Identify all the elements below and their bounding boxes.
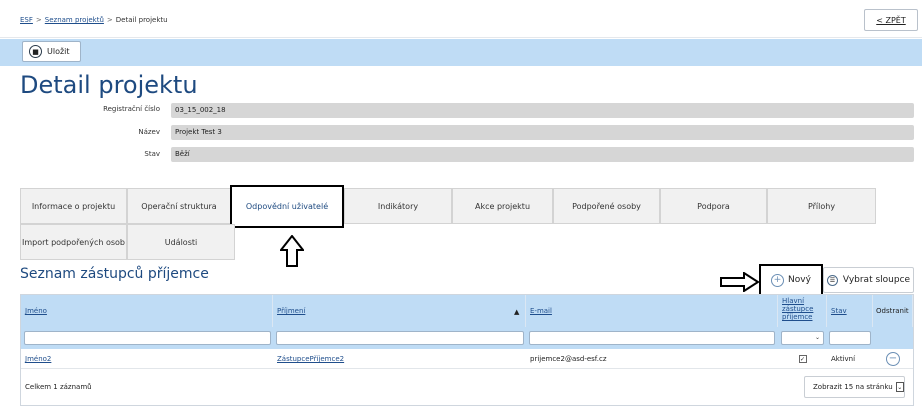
page-size-select[interactable]: Zobrazit 15 na stránku ⌄ — [804, 376, 905, 398]
plus-icon: + — [771, 273, 785, 287]
table-row: Jméno2 ZástupcePříjemce2 prijemce2@asd-e… — [21, 349, 913, 369]
column-header-surname[interactable]: Příjmení — [273, 295, 526, 327]
grid-header: Jméno Příjmení ▲ E-mail Hlavní zástupce … — [21, 295, 913, 327]
columns-icon: ☰ — [826, 274, 838, 286]
save-button[interactable]: ■ Uložit — [22, 41, 81, 62]
row-email: prijemce2@asd-esf.cz — [530, 355, 607, 363]
filter-name-input[interactable] — [24, 331, 271, 345]
select-columns-label: Vybrat sloupce — [842, 275, 911, 285]
tab-indicators[interactable]: Indikátory — [344, 188, 452, 224]
remove-icon[interactable]: − — [886, 352, 900, 366]
filter-row: ⌄ — [21, 327, 913, 349]
filter-email-input[interactable] — [529, 331, 775, 345]
breadcrumb-current: Detail projektu — [115, 16, 168, 24]
column-header-name[interactable]: Jméno — [21, 295, 273, 327]
registration-number-label: Registrační číslo — [103, 105, 160, 113]
column-header-status[interactable]: Stav — [827, 295, 873, 327]
name-value: Projekt Test 3 — [171, 125, 914, 140]
tab-project-actions[interactable]: Akce projektu — [452, 188, 553, 224]
filter-status-input[interactable] — [829, 331, 871, 345]
section-title: Seznam zástupců příjemce — [20, 266, 209, 282]
arrow-up-annotation — [280, 235, 304, 267]
column-header-email[interactable]: E-mail — [526, 295, 778, 327]
tab-events[interactable]: Události — [127, 224, 235, 260]
breadcrumb-esf[interactable]: ESF — [20, 16, 33, 24]
sort-ascending-icon[interactable]: ▲ — [514, 308, 519, 316]
save-icon: ■ — [29, 45, 42, 58]
tab-project-info[interactable]: Informace o projektu — [20, 188, 127, 224]
top-bar: ESF > Seznam projektů > Detail projektu < ZP… — [0, 0, 922, 38]
back-button[interactable]: < ZPĚT — [864, 9, 918, 31]
column-header-remove: Odstranit — [873, 295, 913, 327]
tab-import-supported-persons[interactable]: Import podpořených osob — [20, 224, 127, 260]
status-label: Stav — [144, 150, 160, 158]
filter-main-representative-select[interactable]: ⌄ — [781, 331, 824, 345]
total-records: Celkem 1 záznamů — [25, 383, 92, 391]
row-status: Aktivní — [831, 355, 856, 363]
page-size-label: Zobrazit 15 na stránku — [813, 383, 893, 391]
tab-support[interactable]: Podpora — [660, 188, 767, 224]
representatives-grid: Jméno Příjmení ▲ E-mail Hlavní zástupce … — [20, 294, 914, 406]
toolbar: ■ Uložit — [0, 39, 922, 66]
new-button[interactable]: + Nový — [759, 264, 823, 296]
arrow-right-annotation — [720, 272, 760, 292]
new-label: Nový — [788, 275, 811, 285]
chevron-down-icon: ⌄ — [895, 382, 904, 392]
grid-footer: Celkem 1 záznamů Zobrazit 15 na stránku … — [21, 369, 913, 405]
main-representative-checkbox: ✓ — [798, 355, 807, 363]
tab-attachments[interactable]: Přílohy — [767, 188, 876, 224]
name-label: Název — [138, 128, 160, 136]
row-name-link[interactable]: Jméno2 — [25, 355, 51, 363]
column-header-main-representative[interactable]: Hlavní zástupce příjemce — [778, 295, 827, 327]
save-label: Uložit — [47, 47, 70, 56]
breadcrumb: ESF > Seznam projektů > Detail projektu — [20, 16, 168, 24]
status-value: Běží — [171, 147, 914, 162]
tab-responsible-users[interactable]: Odpovědní uživatelé — [230, 185, 344, 228]
page-title: Detail projektu — [20, 71, 198, 99]
filter-surname-input[interactable] — [276, 331, 524, 345]
select-columns-button[interactable]: ☰ Vybrat sloupce — [823, 267, 914, 293]
breadcrumb-projects[interactable]: Seznam projektů — [45, 16, 104, 24]
tab-operational-structure[interactable]: Operační struktura — [127, 188, 231, 224]
registration-number-value: 03_15_002_18 — [171, 103, 914, 118]
row-surname-link[interactable]: ZástupcePříjemce2 — [277, 355, 344, 363]
tab-supported-persons[interactable]: Podpořené osoby — [553, 188, 660, 224]
